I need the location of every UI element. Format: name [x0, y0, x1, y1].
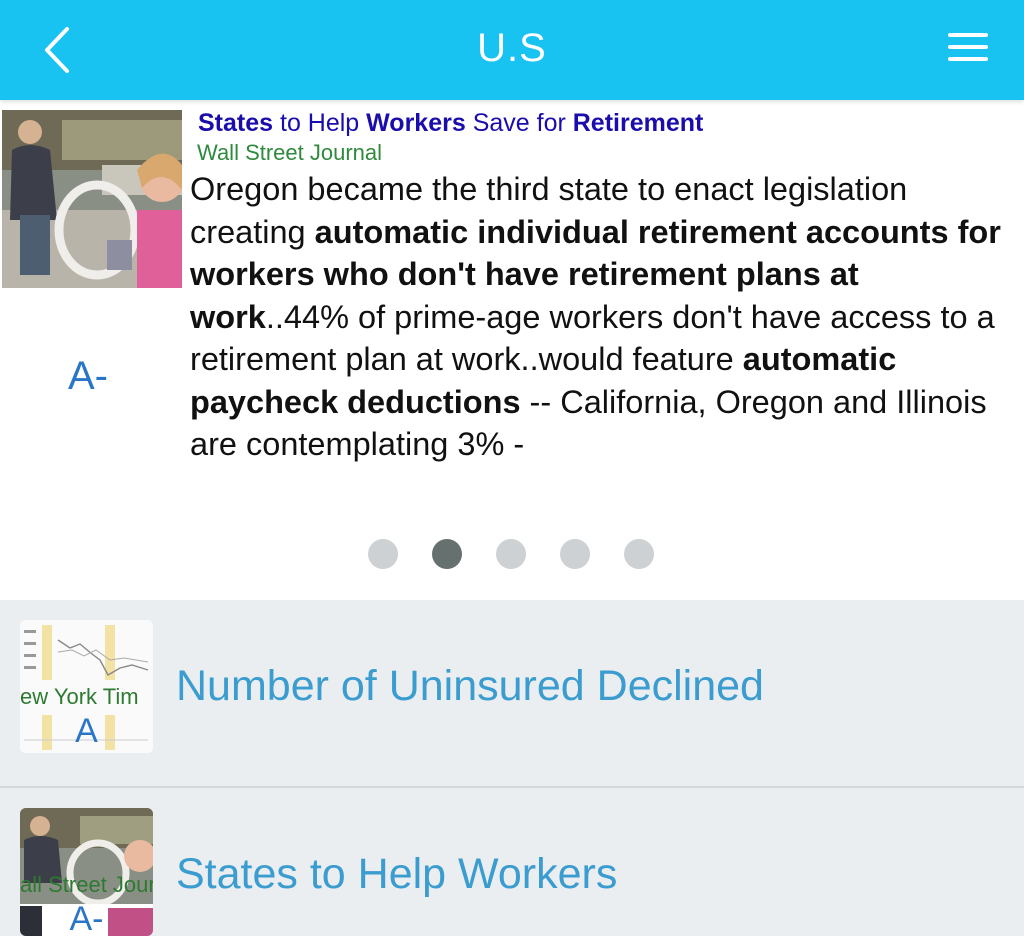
thumbnail-source-label: ew York Tim [20, 684, 139, 709]
list-thumbnail: ew York Tim A [20, 620, 153, 753]
top-app-bar: U.S [0, 0, 1024, 100]
list-thumbnail: all Street Journ A- [20, 808, 153, 936]
thumbnail-grade: A [75, 712, 98, 750]
title-part: Save for [465, 109, 573, 137]
article-grade: A- [68, 354, 108, 398]
article-snippet: Oregon became the third state to enact l… [190, 168, 1016, 466]
title-part: States [198, 109, 274, 137]
title-part: to Help [273, 109, 367, 137]
page-title: U.S [477, 26, 547, 70]
list-item-states-workers[interactable]: all Street Journ A- States to Help Worke… [0, 788, 1024, 936]
hamburger-menu-icon [948, 33, 988, 61]
list-item-title: Number of Uninsured Declined [176, 662, 764, 710]
article-thumbnail[interactable] [2, 110, 182, 288]
title-part: Workers [366, 109, 466, 137]
pager-dot-1[interactable] [368, 539, 398, 569]
pager-dot-2[interactable] [432, 539, 462, 569]
thumbnail-grade: A- [69, 900, 104, 936]
pager-dot-4[interactable] [560, 539, 590, 569]
article-source: Wall Street Journal [197, 140, 383, 165]
carousel-pager [368, 539, 654, 569]
pager-dot-5[interactable] [624, 539, 654, 569]
article-title[interactable]: States to Help Workers Save for Retireme… [198, 108, 703, 138]
menu-button[interactable] [946, 30, 994, 70]
list-item-uninsured[interactable]: ew York Tim A Number of Uninsured Declin… [0, 600, 1024, 788]
featured-article-card[interactable]: A- States to Help Workers Save for Retir… [0, 100, 1024, 600]
title-part: Retirement [572, 109, 704, 137]
pager-dot-3[interactable] [496, 539, 526, 569]
list-item-title: States to Help Workers [176, 850, 618, 898]
thumbnail-source-label: all Street Journ [20, 872, 153, 897]
